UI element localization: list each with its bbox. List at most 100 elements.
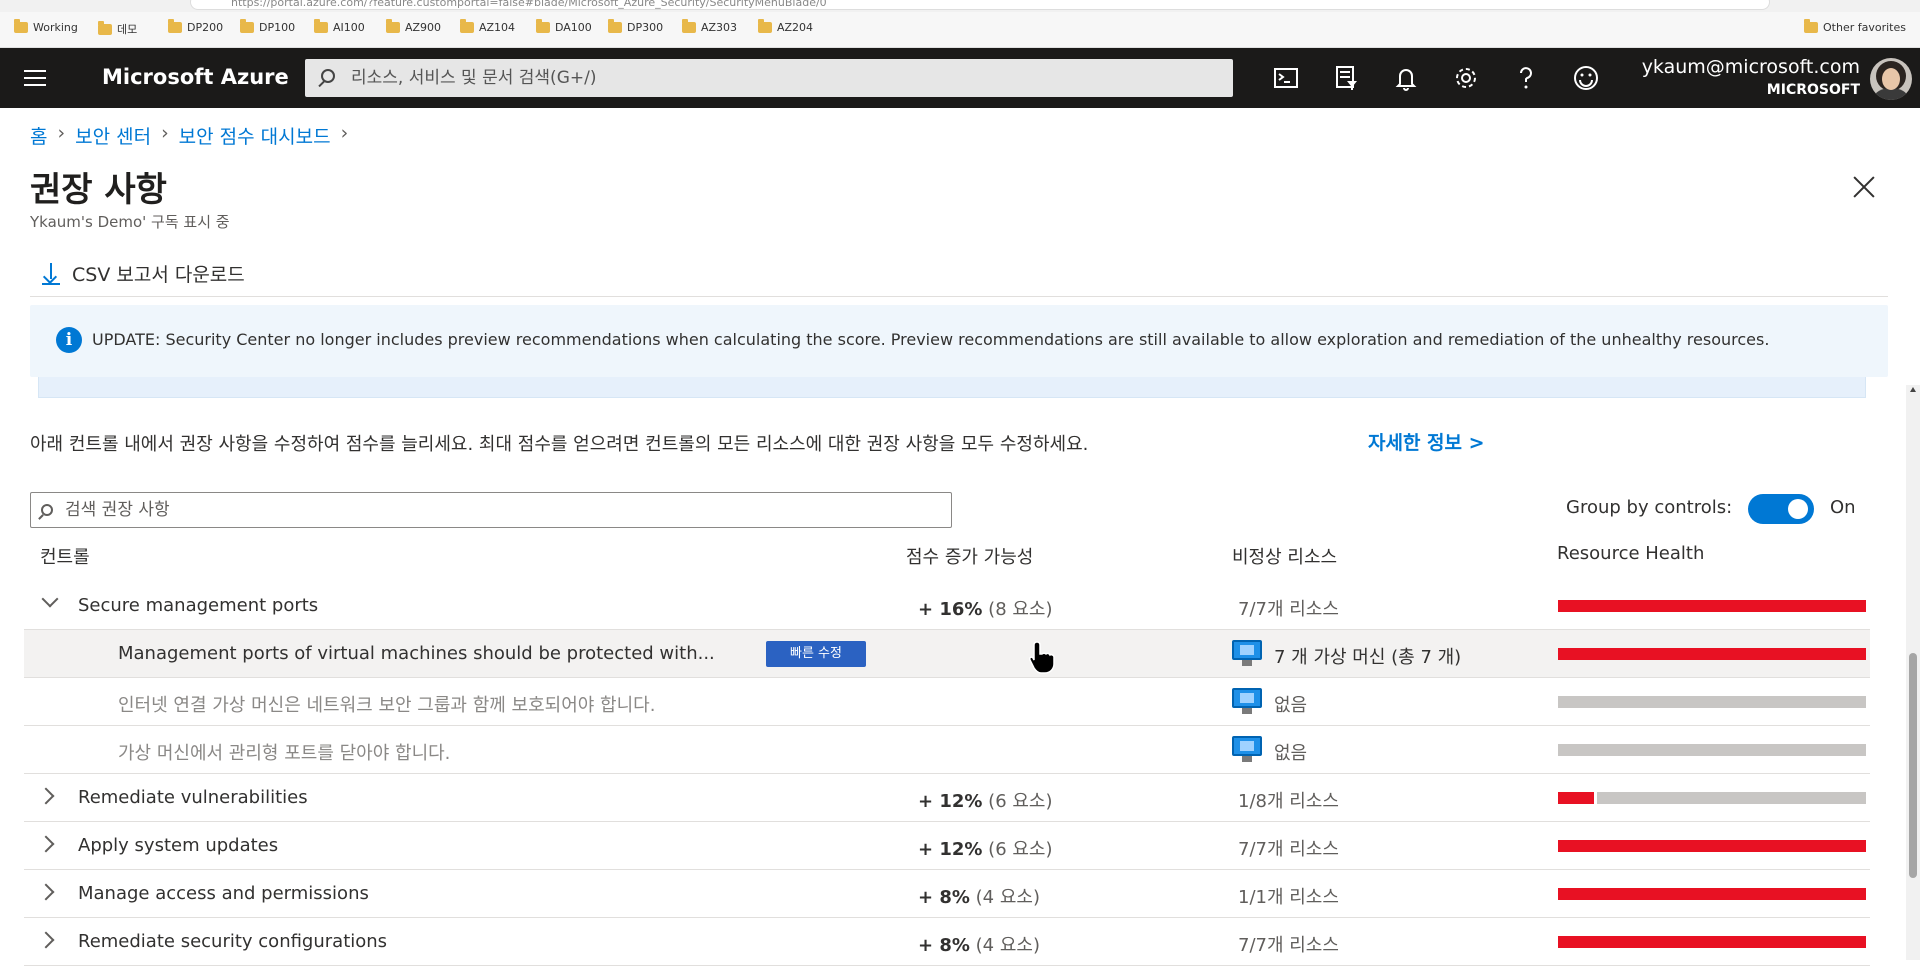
brand-title[interactable]: Microsoft Azure — [102, 65, 289, 89]
column-header-control[interactable]: 컨트롤 — [40, 543, 90, 569]
cloud-shell-icon[interactable] — [1270, 62, 1302, 94]
global-search-input[interactable]: 리소스, 서비스 및 문서 검색(G+/) — [305, 59, 1233, 97]
bookmark-item[interactable]: DP300 — [608, 19, 663, 34]
breadcrumb-secure-score[interactable]: 보안 점수 대시보드 — [179, 122, 331, 149]
close-icon[interactable] — [1852, 175, 1876, 199]
folder-icon — [682, 19, 696, 33]
bookmark-item[interactable]: AI100 — [314, 19, 365, 34]
folder-icon — [98, 20, 112, 35]
user-org: MICROSOFT — [1766, 82, 1860, 98]
column-header-health[interactable]: Resource Health — [1557, 543, 1704, 564]
recommendation-row[interactable]: 가상 머신에서 관리형 포트를 닫아야 합니다. 없음 — [24, 726, 1870, 774]
chevron-right-icon: › — [161, 122, 169, 144]
unhealthy-segment — [1558, 648, 1866, 660]
page-scrollbar[interactable] — [1906, 385, 1920, 960]
unhealthy-resources: 없음 — [1274, 743, 1308, 764]
recommendation-row[interactable]: 인터넷 연결 가상 머신은 네트워크 보안 그룹과 함께 보호되어야 합니다. 없… — [24, 678, 1870, 726]
settings-gear-icon[interactable] — [1450, 62, 1482, 94]
directory-filter-icon[interactable] — [1330, 62, 1362, 94]
folder-icon — [14, 19, 28, 33]
unhealthy-resources: 없음 — [1274, 695, 1308, 716]
chevron-right-icon: › — [340, 122, 349, 144]
virtual-machine-icon — [1232, 688, 1262, 714]
unhealthy-segment — [1558, 888, 1866, 900]
bookmark-item[interactable]: 데모 — [98, 20, 137, 37]
unhealthy-resources: 7/7개 리소스 — [1238, 599, 1339, 620]
bookmark-item[interactable]: AZ303 — [682, 19, 737, 34]
unhealthy-resources: 7 개 가상 머신 (총 7 개) — [1274, 647, 1462, 668]
user-email[interactable]: ykaum@microsoft.com — [1642, 56, 1860, 78]
bookmark-item[interactable]: DP100 — [240, 19, 295, 34]
resource-health-bar — [1558, 936, 1866, 948]
column-header-unhealthy[interactable]: 비정상 리소스 — [1232, 543, 1337, 569]
banner-text: UPDATE: Security Center no longer includ… — [92, 330, 1770, 349]
learn-more-link[interactable]: 자세한 정보 > — [1368, 428, 1485, 455]
feedback-smiley-icon[interactable] — [1570, 62, 1602, 94]
control-row[interactable]: Secure management ports + 16% (8 요소) 7/7개 … — [24, 582, 1870, 630]
avatar[interactable] — [1870, 58, 1912, 100]
chevron-down-icon[interactable] — [41, 590, 59, 608]
scrollbar-thumb[interactable] — [1909, 653, 1917, 878]
folder-icon — [240, 19, 254, 33]
recommendation-name[interactable]: Management ports of virtual machines sho… — [118, 643, 715, 664]
control-row[interactable]: Apply system updates + 12% (6 요소) 7/7개 리소스 — [24, 822, 1870, 870]
hand-cursor-icon — [1029, 641, 1055, 674]
resource-health-bar — [1558, 696, 1866, 708]
resource-health-bar — [1558, 888, 1866, 900]
folder-icon — [536, 19, 550, 33]
chevron-right-icon[interactable] — [37, 931, 55, 949]
bookmark-item[interactable]: AZ104 — [460, 19, 515, 34]
search-icon — [41, 504, 53, 516]
chevron-right-icon[interactable] — [37, 835, 55, 853]
chevron-right-icon: › — [57, 122, 66, 144]
control-name: Secure management ports — [78, 595, 319, 616]
browser-url-strip: https://portal.azure.com/?feature.custom… — [0, 0, 1920, 12]
quick-fix-badge[interactable]: 빠른 수정 — [766, 641, 866, 667]
search-icon — [321, 69, 335, 83]
unhealthy-resources: 1/8개 리소스 — [1238, 791, 1339, 812]
control-row[interactable]: Manage access and permissions + 8% (4 요소)… — [24, 870, 1870, 918]
notification-bell-icon[interactable] — [1390, 62, 1422, 94]
control-row[interactable]: Remediate vulnerabilities + 12% (6 요소) 1/8… — [24, 774, 1870, 822]
score-increase: + 12% (6 요소) — [918, 791, 1053, 812]
folder-icon — [314, 19, 328, 33]
bookmark-item[interactable]: AZ900 — [386, 19, 441, 34]
toggle-state-label: On — [1830, 497, 1856, 518]
info-banner: i UPDATE: Security Center no longer incl… — [30, 305, 1888, 377]
page-title: 권장 사항 — [30, 170, 167, 210]
bookmark-item[interactable]: DA100 — [536, 19, 592, 34]
score-increase: + 8% (4 요소) — [918, 935, 1040, 956]
download-csv-button[interactable]: CSV 보고서 다운로드 — [42, 260, 245, 287]
virtual-machine-icon — [1232, 736, 1262, 762]
folder-icon — [758, 19, 772, 33]
unhealthy-segment — [1558, 936, 1866, 948]
resource-health-bar — [1558, 840, 1866, 852]
recommendation-name[interactable]: 가상 머신에서 관리형 포트를 닫아야 합니다. — [118, 739, 450, 765]
recommendation-row[interactable]: Management ports of virtual machines sho… — [24, 630, 1870, 678]
chevron-right-icon[interactable] — [37, 787, 55, 805]
bookmark-item[interactable]: DP200 — [168, 19, 223, 34]
column-header-score[interactable]: 점수 증가 가능성 — [906, 543, 1033, 569]
virtual-machine-icon — [1232, 640, 1262, 666]
address-bar[interactable]: https://portal.azure.com/?feature.custom… — [190, 0, 1770, 10]
chevron-right-icon[interactable] — [37, 883, 55, 901]
folder-icon — [460, 19, 474, 33]
recommendation-name[interactable]: 인터넷 연결 가상 머신은 네트워크 보안 그룹과 함께 보호되어야 합니다. — [118, 691, 655, 717]
group-by-toggle[interactable] — [1748, 494, 1814, 524]
description-text: 아래 컨트롤 내에서 권장 사항을 수정하여 점수를 늘리세요. 최대 점수를 … — [30, 434, 1089, 455]
breadcrumb-security-center[interactable]: 보안 센터 — [75, 122, 151, 149]
control-name: Remediate security configurations — [78, 931, 388, 952]
help-icon[interactable] — [1510, 62, 1542, 94]
other-favorites[interactable]: Other favorites — [1804, 19, 1906, 34]
unhealthy-resources: 7/7개 리소스 — [1238, 935, 1339, 956]
hamburger-menu-icon[interactable] — [24, 70, 46, 86]
bookmark-item[interactable]: AZ204 — [758, 19, 813, 34]
breadcrumb-home[interactable]: 홈 — [30, 122, 47, 149]
folder-icon — [168, 19, 182, 33]
recommendation-search-input[interactable]: 검색 권장 사항 — [30, 492, 952, 528]
unhealthy-segment — [1558, 600, 1866, 612]
control-name: Manage access and permissions — [78, 883, 369, 904]
bookmark-item[interactable]: Working — [14, 19, 78, 34]
resource-health-bar — [1558, 648, 1866, 660]
control-row[interactable]: Remediate security configurations + 8% (4… — [24, 918, 1870, 966]
